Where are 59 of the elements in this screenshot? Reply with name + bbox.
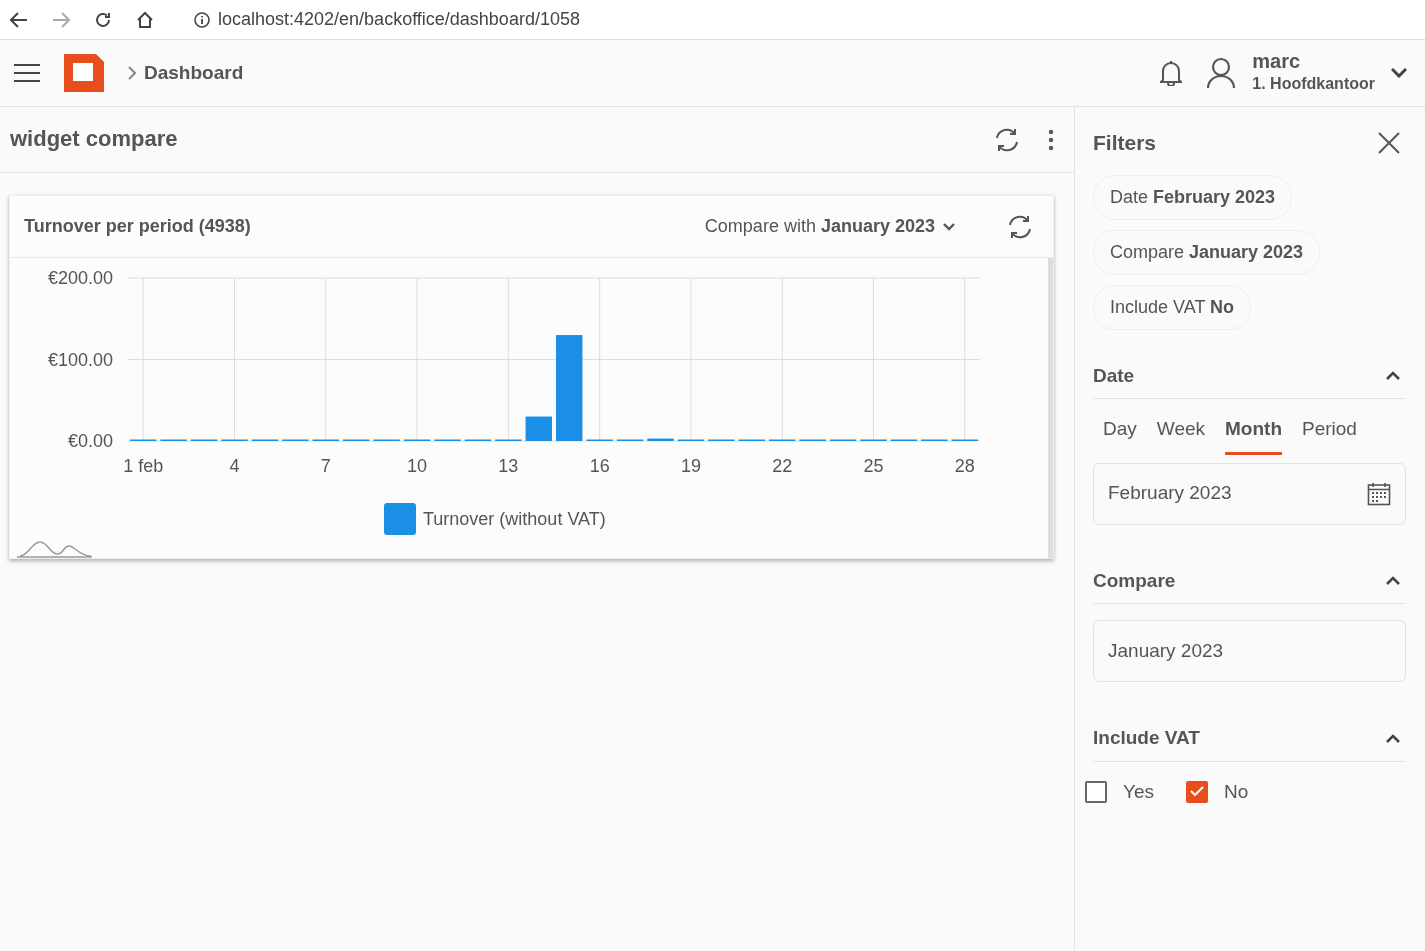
x-axis-label: 1 feb [123, 456, 164, 476]
x-axis-label: 16 [589, 456, 610, 476]
reload-icon[interactable] [94, 10, 112, 29]
x-axis-label: 4 [229, 456, 240, 476]
chart-logo-icon [16, 541, 93, 558]
x-axis-label: 28 [954, 456, 975, 476]
user-icon[interactable] [1206, 57, 1237, 89]
period-tab[interactable]: Day [1103, 407, 1137, 455]
period-tab[interactable]: Week [1156, 407, 1206, 455]
filter-chip[interactable]: Date February 2023 [1093, 174, 1293, 220]
checkbox[interactable] [1085, 780, 1107, 803]
info-icon[interactable] [194, 11, 210, 28]
bar[interactable] [647, 438, 674, 441]
x-axis-label: 13 [498, 456, 519, 476]
close-icon[interactable] [1376, 129, 1402, 156]
section-title: Include VAT [1093, 726, 1200, 750]
legend-label[interactable]: Turnover (without VAT) [423, 509, 606, 529]
scrollbar[interactable] [1048, 258, 1053, 558]
month-picker-field[interactable]: February 2023 [1093, 462, 1406, 525]
bar[interactable] [556, 335, 583, 441]
calendar-icon[interactable] [1367, 481, 1391, 506]
compare-field[interactable]: January 2023 [1093, 620, 1406, 682]
filter-chip[interactable]: Compare January 2023 [1093, 229, 1321, 275]
filters-title: Filters [1093, 130, 1157, 156]
page-title: widget compare [10, 126, 178, 153]
chevron-down-icon[interactable] [1391, 68, 1407, 78]
chevron-right-icon [128, 66, 136, 80]
legend-swatch[interactable] [384, 503, 416, 535]
compare-dropdown[interactable]: Compare with January 2023 [702, 213, 957, 240]
filter-chip[interactable]: Include VAT No [1093, 284, 1252, 330]
y-axis-label: €200.00 [47, 268, 113, 288]
check-icon [1190, 786, 1204, 798]
url-text[interactable]: localhost:4202/en/backoffice/dashboard/1058 [218, 6, 580, 33]
period-tab[interactable]: Period [1302, 407, 1357, 455]
user-name: marc [1252, 50, 1302, 72]
x-axis-label: 10 [407, 456, 428, 476]
section-title: Compare [1093, 568, 1176, 593]
y-axis-label: €100.00 [47, 349, 113, 370]
x-axis-label: 22 [772, 456, 793, 476]
menu-icon[interactable] [14, 63, 40, 83]
user-location: 1. Hoofdkantoor [1252, 74, 1375, 94]
checkbox[interactable] [1186, 780, 1208, 803]
forward-icon[interactable] [52, 11, 70, 28]
x-axis-label: 7 [320, 456, 331, 476]
breadcrumb-item[interactable]: Dashboard [144, 58, 244, 88]
checkbox-label[interactable]: Yes [1123, 777, 1154, 806]
checkbox-label[interactable]: No [1224, 777, 1249, 806]
y-axis-label: €0.00 [67, 431, 113, 451]
caret-icon [943, 222, 955, 231]
logo-icon[interactable] [64, 54, 104, 92]
section-title: Date [1093, 363, 1135, 388]
home-icon[interactable] [136, 10, 154, 29]
back-icon[interactable] [10, 11, 28, 28]
bar[interactable] [525, 416, 552, 441]
x-axis-label: 19 [680, 456, 701, 476]
widget-title: Turnover per period (4938) [24, 215, 251, 238]
period-tab[interactable]: Month [1225, 407, 1282, 455]
notification-bell-icon[interactable] [1160, 60, 1183, 86]
x-axis-label: 25 [863, 456, 884, 476]
